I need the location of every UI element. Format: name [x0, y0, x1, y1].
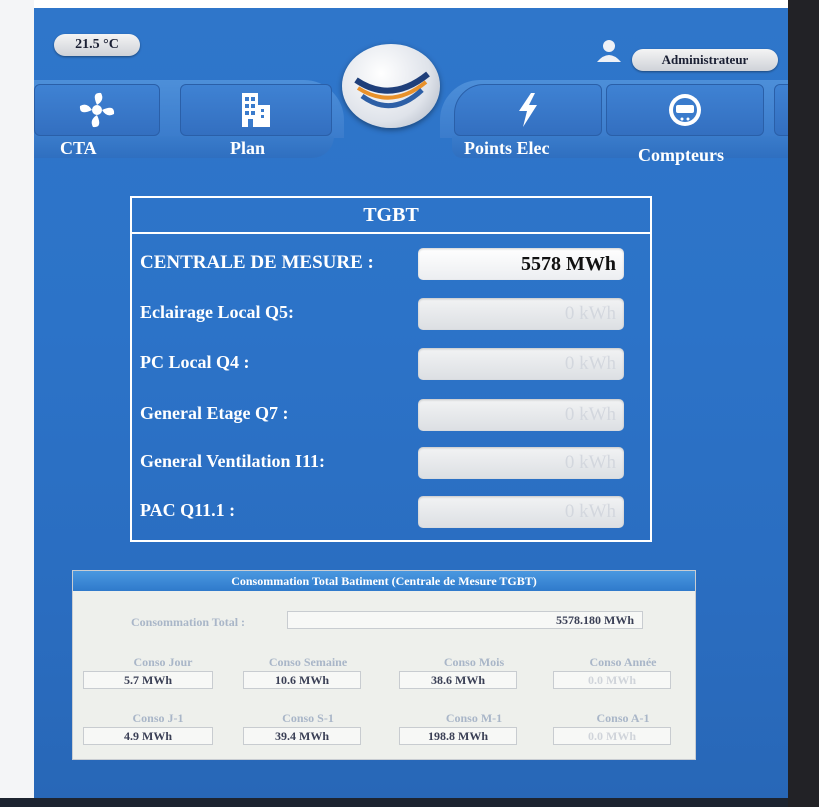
tab-label-points-elec[interactable]: Points Elec [464, 138, 550, 159]
conso-semaine-label: Conso Semaine [268, 655, 348, 669]
tab-more[interactable] [774, 84, 788, 136]
conso-s-1-value: 39.4 MWh [243, 727, 361, 745]
row-label: General Etage Q7 : [140, 403, 289, 423]
user-name-badge[interactable]: Administrateur [632, 49, 778, 71]
row-label: General Ventilation I11: [140, 451, 326, 471]
row-label: PAC Q11.1 : [140, 500, 236, 520]
general-etage-q7-value: 0 kWh [418, 399, 624, 431]
conso-m-1-value: 198.8 MWh [399, 727, 517, 745]
row-centrale-de-mesure: CENTRALE DE MESURE : 5578 MWh [132, 248, 650, 282]
row-eclairage-local-q5: Eclairage Local Q5: 0 kWh [132, 298, 650, 332]
conso-a-1-value: 0.0 MWh [553, 727, 671, 745]
conso-j-1-label: Conso J-1 [132, 711, 184, 725]
row-label: PC Local Q4 : [140, 352, 250, 372]
conso-semaine-value: 10.6 MWh [243, 671, 361, 689]
tab-label-cta[interactable]: CTA [60, 138, 97, 159]
tab-compteurs[interactable] [606, 84, 764, 136]
consommation-panel: Consommation Total Batiment (Centrale de… [72, 570, 696, 760]
temperature-display: 21.5 °C [54, 34, 140, 56]
tab-cta[interactable] [34, 84, 160, 136]
building-icon [242, 93, 270, 127]
logo[interactable] [342, 44, 440, 128]
row-label: Eclairage Local Q5: [140, 302, 294, 322]
row-label: CENTRALE DE MESURE : [140, 252, 374, 273]
monitor-bezel-bottom [0, 798, 788, 807]
conso-s-1-label: Conso S-1 [282, 711, 334, 725]
tab-label-compteurs[interactable]: Compteurs [638, 145, 724, 166]
tab-points-elec[interactable] [454, 84, 602, 136]
conso-mois-value: 38.6 MWh [399, 671, 517, 689]
tgbt-panel: TGBT CENTRALE DE MESURE : 5578 MWh Eclai… [130, 196, 652, 542]
meter-icon [669, 94, 701, 126]
conso-jour-value: 5.7 MWh [83, 671, 213, 689]
header-bar: 21.5 °C Administrateur CTA Plan Points E… [34, 8, 788, 168]
pc-local-q4-value: 0 kWh [418, 348, 624, 380]
monitor-bezel-right [788, 0, 819, 807]
row-general-etage-q7: General Etage Q7 : 0 kWh [132, 399, 650, 433]
user-icon [597, 40, 621, 62]
conso-annee-label: Conso Année [589, 655, 657, 669]
consommation-total-label: Consommation Total : [131, 615, 246, 629]
conso-m-1-label: Conso M-1 [445, 711, 503, 725]
consommation-title: Consommation Total Batiment (Centrale de… [73, 571, 695, 591]
fan-icon [79, 92, 115, 128]
conso-j-1-value: 4.9 MWh [83, 727, 213, 745]
tab-label-plan[interactable]: Plan [230, 138, 265, 159]
consommation-total-value: 5578.180 MWh [287, 611, 643, 629]
tab-plan[interactable] [180, 84, 332, 136]
photo-left-margin [0, 0, 34, 807]
centrale-de-mesure-value: 5578 MWh [418, 248, 624, 280]
row-general-ventilation-i11: General Ventilation I11: 0 kWh [132, 447, 650, 481]
conso-mois-label: Conso Mois [443, 655, 505, 669]
row-pc-local-q4: PC Local Q4 : 0 kWh [132, 348, 650, 382]
conso-annee-value: 0.0 MWh [553, 671, 671, 689]
eclairage-local-q5-value: 0 kWh [418, 298, 624, 330]
conso-jour-label: Conso Jour [133, 655, 193, 669]
hmi-screen: 21.5 °C Administrateur CTA Plan Points E… [34, 8, 788, 798]
tgbt-title: TGBT [132, 198, 650, 234]
lightning-icon [519, 93, 537, 127]
logo-swirl-icon [354, 71, 430, 109]
conso-a-1-label: Conso A-1 [596, 711, 650, 725]
row-pac-q11-1: PAC Q11.1 : 0 kWh [132, 496, 650, 530]
general-ventilation-i11-value: 0 kWh [418, 447, 624, 479]
pac-q11-1-value: 0 kWh [418, 496, 624, 528]
